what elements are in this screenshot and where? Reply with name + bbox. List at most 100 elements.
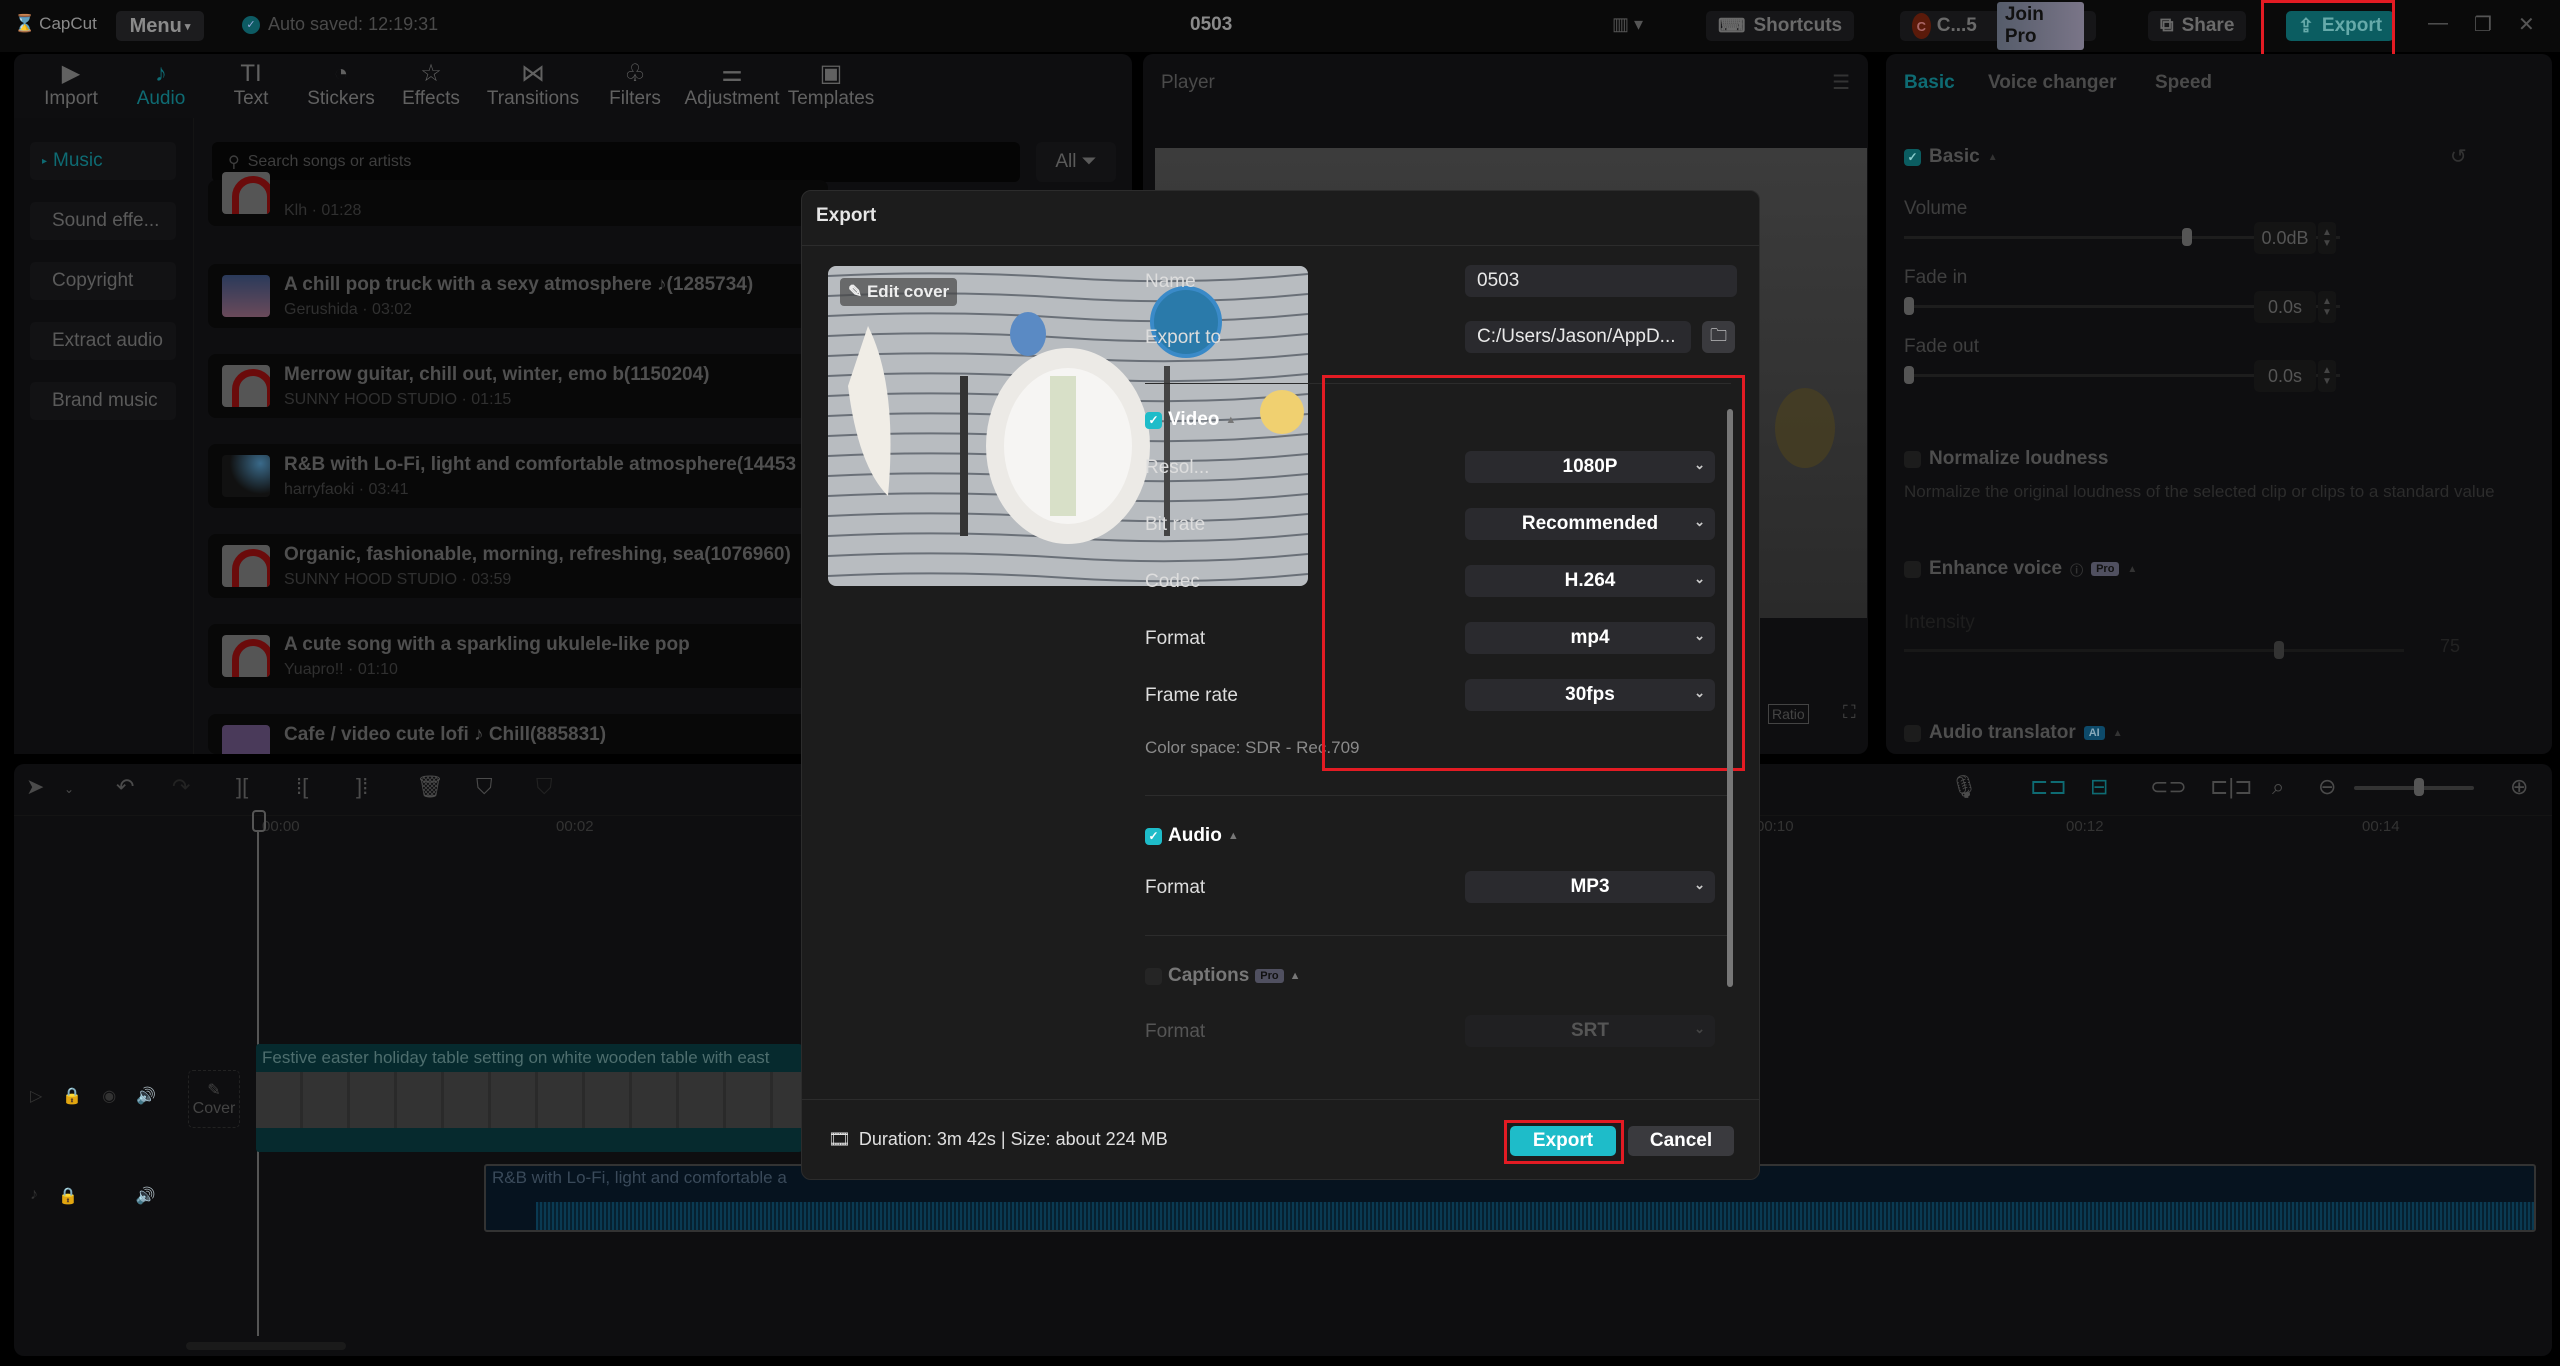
playhead-handle[interactable] xyxy=(252,810,266,832)
cover-button[interactable]: ✎ Cover xyxy=(188,1070,240,1128)
zoom-in-icon[interactable]: ⊕ xyxy=(2510,774,2528,800)
marker-icon[interactable]: ⛉ xyxy=(536,774,553,800)
microphone-icon[interactable]: 🎙 xyxy=(1950,774,1978,800)
chevron-down-icon[interactable]: ⌄ xyxy=(64,782,74,796)
tool-text[interactable]: TI Text xyxy=(208,54,294,118)
tool-stickers[interactable]: ◔ Stickers xyxy=(298,54,384,118)
audio-translator-checkbox[interactable] xyxy=(1904,724,1921,742)
snap-icon[interactable]: ⊟ xyxy=(2090,774,2108,800)
split-left-icon[interactable]: ⁞[ xyxy=(296,774,308,800)
tool-templates[interactable]: ▣ Templates xyxy=(786,54,876,118)
caret-up-icon[interactable]: ▲ xyxy=(1290,970,1301,982)
tab-voice-changer[interactable]: Voice changer xyxy=(1988,72,2116,94)
search-input[interactable]: ⚲ Search songs or artists xyxy=(212,142,1020,182)
enhance-voice-checkbox[interactable] xyxy=(1904,560,1921,578)
category-brand-music[interactable]: Brand music xyxy=(30,382,176,420)
song-item[interactable]: Klh · 01:28 xyxy=(208,172,828,226)
captions-checkbox[interactable] xyxy=(1145,967,1162,985)
fade-out-slider-handle[interactable] xyxy=(1904,366,1914,384)
eye-icon[interactable]: ◉ xyxy=(102,1086,116,1106)
folder-button[interactable]: 🗀 xyxy=(1702,321,1735,353)
ratio-button[interactable]: Ratio xyxy=(1768,704,1809,724)
minimize-button[interactable]: — xyxy=(2428,12,2448,35)
split-right-icon[interactable]: ]⁞ xyxy=(356,774,368,800)
song-item[interactable]: Merrow guitar, chill out, winter, emo b(… xyxy=(208,354,828,418)
link-icon[interactable]: ⊂⊃ xyxy=(2150,774,2187,800)
volume-stepper[interactable]: ▲ ▼ xyxy=(2318,222,2336,254)
fullscreen-icon[interactable]: ⛶ xyxy=(1843,702,1856,723)
export-path-input[interactable]: C:/Users/Jason/AppD... xyxy=(1465,321,1691,353)
close-button[interactable]: ✕ xyxy=(2518,12,2535,37)
magnet-icon[interactable]: ⊏⊐ xyxy=(2030,774,2067,800)
song-item[interactable]: Cafe / video cute lofi ♪ Chill(885831) xyxy=(208,714,828,754)
audio-format-select[interactable]: MP3 ⌄ xyxy=(1465,871,1715,903)
song-item[interactable]: A cute song with a sparkling ukulele-lik… xyxy=(208,624,828,688)
menu-button[interactable]: Menu ▾ xyxy=(116,11,204,41)
caret-up-icon[interactable]: ▲ xyxy=(2127,564,2137,575)
lock-icon[interactable]: 🔒 xyxy=(62,1086,82,1106)
share-button[interactable]: ⧉ Share xyxy=(2148,11,2247,41)
caret-up-icon[interactable]: ▲ xyxy=(1228,830,1239,842)
delete-icon[interactable]: 🗑 xyxy=(416,774,444,800)
volume-value[interactable]: 0.0dB xyxy=(2254,222,2316,254)
song-item[interactable]: Organic, fashionable, morning, refreshin… xyxy=(208,534,828,598)
cancel-button[interactable]: Cancel xyxy=(1628,1126,1734,1156)
fade-out-stepper[interactable]: ▲ ▼ xyxy=(2318,360,2336,392)
fade-in-value[interactable]: 0.0s xyxy=(2254,291,2316,323)
join-pro-button[interactable]: Join Pro xyxy=(1996,2,2084,50)
lock-icon[interactable]: 🔒 xyxy=(58,1186,78,1206)
tool-filters[interactable]: ♧ Filters xyxy=(592,54,678,118)
layout-icon[interactable]: ▥ ▾ xyxy=(1612,14,1643,35)
tab-basic[interactable]: Basic xyxy=(1904,72,1955,94)
frame-rate-select[interactable]: 30fps ⌄ xyxy=(1465,679,1715,711)
video-clip[interactable]: Festive easter holiday table setting on … xyxy=(256,1044,802,1152)
category-copyright[interactable]: Copyright xyxy=(30,262,176,300)
intensity-slider[interactable] xyxy=(1904,649,2404,652)
basic-checkbox[interactable]: ✓ xyxy=(1904,148,1921,166)
category-extract-audio[interactable]: Extract audio xyxy=(30,322,176,360)
captions-format-select[interactable]: SRT ⌄ xyxy=(1465,1015,1715,1047)
reset-icon[interactable]: ↺ xyxy=(2450,144,2467,169)
tab-speed[interactable]: Speed xyxy=(2155,72,2212,94)
bitrate-select[interactable]: Recommended ⌄ xyxy=(1465,508,1715,540)
fade-in-slider-handle[interactable] xyxy=(1904,297,1914,315)
undo-icon[interactable]: ↶ xyxy=(116,774,134,800)
shortcuts-button[interactable]: ⌨ Shortcuts xyxy=(1706,11,1855,41)
song-item[interactable]: A chill pop truck with a sexy atmosphere… xyxy=(208,264,828,328)
format-select[interactable]: mp4 ⌄ xyxy=(1465,622,1715,654)
help-icon[interactable]: ⓘ xyxy=(2070,560,2083,579)
maximize-button[interactable]: ❐ xyxy=(2474,12,2492,37)
ai-marker-icon[interactable]: ⛉ xyxy=(476,774,493,800)
caret-up-icon[interactable]: ▲ xyxy=(2113,728,2123,739)
split-icon[interactable]: ][ xyxy=(236,774,248,800)
codec-select[interactable]: H.264 ⌄ xyxy=(1465,565,1715,597)
settings-scrollbar[interactable] xyxy=(1727,409,1733,987)
tool-effects[interactable]: ☆ Effects xyxy=(388,54,474,118)
normalize-checkbox[interactable] xyxy=(1904,450,1921,468)
song-item[interactable]: R&B with Lo-Fi, light and comfortable at… xyxy=(208,444,828,508)
category-sound-effects[interactable]: Sound effe... xyxy=(30,202,176,240)
intensity-slider-handle[interactable] xyxy=(2274,641,2284,659)
hamburger-menu-icon[interactable]: ☰ xyxy=(1832,70,1850,95)
fade-in-stepper[interactable]: ▲ ▼ xyxy=(2318,291,2336,323)
volume-slider-handle[interactable] xyxy=(2182,228,2193,246)
export-top-button[interactable]: ⇪ Export xyxy=(2286,11,2395,41)
speaker-icon[interactable]: 🔊 xyxy=(136,1186,156,1206)
align-icon[interactable]: ⊏|⊐ xyxy=(2210,774,2253,800)
redo-icon[interactable]: ↷ xyxy=(172,774,190,800)
zoom-slider-handle[interactable] xyxy=(2414,778,2424,796)
video-checkbox[interactable]: ✓ xyxy=(1145,411,1162,429)
filter-button[interactable]: All ⏷ xyxy=(1036,142,1116,182)
caret-up-icon[interactable]: ▲ xyxy=(1225,414,1236,426)
preview-axis-icon[interactable]: ⌕ xyxy=(2272,774,2284,800)
speaker-icon[interactable]: 🔊 xyxy=(136,1086,156,1106)
audio-checkbox[interactable]: ✓ xyxy=(1145,827,1162,845)
category-music[interactable]: ▸ Music xyxy=(30,142,176,180)
timeline-scrollbar[interactable] xyxy=(186,1342,346,1350)
zoom-out-icon[interactable]: ⊖ xyxy=(2318,774,2336,800)
edit-cover-button[interactable]: ✎ Edit cover xyxy=(840,278,958,306)
caret-up-icon[interactable]: ▲ xyxy=(1988,152,1998,163)
select-tool-icon[interactable]: ➤ xyxy=(26,774,44,800)
tool-adjustment[interactable]: ⚌ Adjustment xyxy=(682,54,782,118)
tool-transitions[interactable]: ⋈ Transitions xyxy=(478,54,588,118)
